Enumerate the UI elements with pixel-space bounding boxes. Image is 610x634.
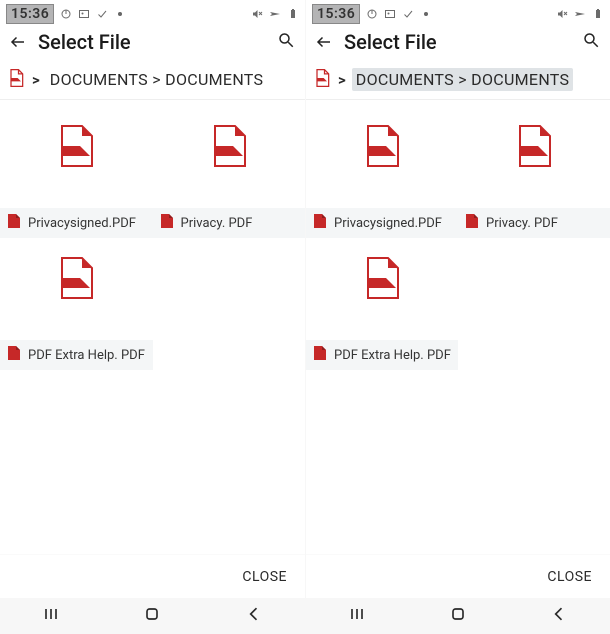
pdf-badge-icon xyxy=(312,213,328,233)
power-icon xyxy=(366,8,378,20)
airplane-icon xyxy=(269,8,281,20)
airplane-icon xyxy=(574,8,586,20)
file-caption: Privacysigned.PDF xyxy=(0,208,153,238)
close-button[interactable]: CLOSE xyxy=(242,569,287,585)
nav-home-button[interactable] xyxy=(448,604,468,628)
battery-icon xyxy=(287,8,299,20)
page-title: Select File xyxy=(38,30,131,54)
breadcrumb-path: DOCUMENTS > DOCUMENTS xyxy=(352,68,574,91)
status-clock: 15:36 xyxy=(312,4,360,24)
file-caption: PDF Extra Help. PDF xyxy=(0,340,153,370)
file-tile[interactable]: Privacy. PDF xyxy=(153,106,306,238)
breadcrumb[interactable]: > DOCUMENTS > DOCUMENTS xyxy=(306,60,610,100)
file-tile[interactable]: Privacysigned.PDF xyxy=(0,106,153,238)
screen-left: 15:36 Select File > DOCUMENTS > xyxy=(0,0,305,634)
file-name: Privacy. PDF xyxy=(181,216,253,231)
breadcrumb-path: DOCUMENTS > DOCUMENTS xyxy=(46,68,268,91)
pdf-badge-icon xyxy=(464,213,480,233)
file-tile[interactable]: PDF Extra Help. PDF xyxy=(306,238,458,370)
screen-right: 15:36 Select File > DOCUMENTS > xyxy=(305,0,610,634)
file-grid: Privacysigned.PDF Privacy. PDF PDF E xyxy=(306,100,610,554)
appbar: Select File xyxy=(0,24,305,60)
file-name: Privacysigned.PDF xyxy=(334,216,442,231)
file-tile[interactable]: PDF Extra Help. PDF xyxy=(0,238,153,370)
page-title: Select File xyxy=(344,30,437,54)
pdf-file-icon xyxy=(514,124,554,172)
file-tile[interactable]: Privacy. PDF xyxy=(458,106,610,238)
search-button[interactable] xyxy=(582,31,600,53)
back-button[interactable] xyxy=(6,30,30,54)
appbar: Select File xyxy=(306,24,610,60)
file-name: Privacy. PDF xyxy=(486,216,558,231)
file-caption: Privacy. PDF xyxy=(153,208,306,238)
nav-back-button[interactable] xyxy=(244,604,264,628)
chevron-right-icon: > xyxy=(32,71,40,89)
pdf-badge-icon xyxy=(159,213,175,233)
check-icon xyxy=(402,8,414,20)
pdf-badge-icon xyxy=(6,213,22,233)
close-button[interactable]: CLOSE xyxy=(547,569,592,585)
check-icon xyxy=(96,8,108,20)
nav-back-button[interactable] xyxy=(549,604,569,628)
chevron-right-icon: > xyxy=(338,71,346,89)
pdf-file-icon xyxy=(362,124,402,172)
status-icons-left xyxy=(366,8,428,20)
pdf-root-icon xyxy=(6,68,26,92)
file-caption: PDF Extra Help. PDF xyxy=(306,340,458,370)
pdf-root-icon xyxy=(312,68,332,92)
file-caption: Privacysigned.PDF xyxy=(306,208,458,238)
pdf-badge-icon xyxy=(312,345,328,365)
status-clock: 15:36 xyxy=(6,4,54,24)
status-more-dot xyxy=(118,12,122,16)
picture-icon xyxy=(78,8,90,20)
search-button[interactable] xyxy=(277,31,295,53)
nav-home-button[interactable] xyxy=(142,604,162,628)
nav-bar xyxy=(306,598,610,634)
close-bar: CLOSE xyxy=(0,554,305,598)
breadcrumb[interactable]: > DOCUMENTS > DOCUMENTS xyxy=(0,60,305,100)
nav-bar xyxy=(0,598,305,634)
power-icon xyxy=(60,8,72,20)
status-more-dot xyxy=(424,12,428,16)
nav-recent-button[interactable] xyxy=(347,604,367,628)
file-caption: Privacy. PDF xyxy=(458,208,610,238)
battery-icon xyxy=(592,8,604,20)
status-icons-left xyxy=(60,8,122,20)
pdf-badge-icon xyxy=(6,345,22,365)
file-name: Privacysigned.PDF xyxy=(28,216,136,231)
close-bar: CLOSE xyxy=(306,554,610,598)
file-name: PDF Extra Help. PDF xyxy=(334,348,451,363)
pdf-file-icon xyxy=(362,256,402,304)
file-tile[interactable]: Privacysigned.PDF xyxy=(306,106,458,238)
file-grid: Privacysigned.PDF Privacy. PDF PDF E xyxy=(0,100,305,554)
picture-icon xyxy=(384,8,396,20)
back-button[interactable] xyxy=(312,30,336,54)
mute-icon xyxy=(251,8,263,20)
pdf-file-icon xyxy=(56,124,96,172)
nav-recent-button[interactable] xyxy=(41,604,61,628)
mute-icon xyxy=(556,8,568,20)
file-name: PDF Extra Help. PDF xyxy=(28,348,145,363)
pdf-file-icon xyxy=(56,256,96,304)
pdf-file-icon xyxy=(209,124,249,172)
